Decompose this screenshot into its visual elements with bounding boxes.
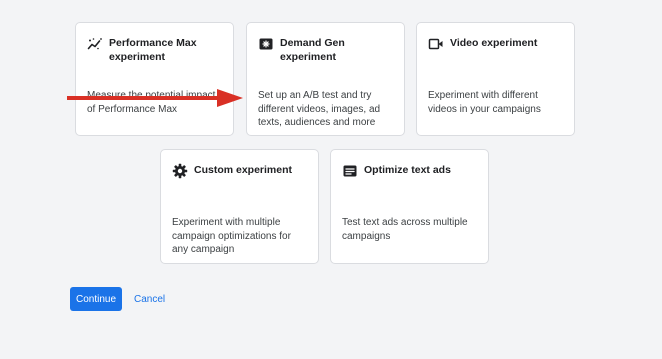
card-description: Set up an A/B test and try different vid… bbox=[258, 90, 381, 128]
demand-gen-icon bbox=[258, 36, 274, 52]
red-arrow-annotation bbox=[67, 89, 243, 107]
card-description: Experiment with different videos in your… bbox=[428, 90, 541, 115]
card-performance-max-experiment[interactable]: Performance Max experiment Measure the p… bbox=[75, 22, 234, 136]
card-description: Test text ads across multiple campaigns bbox=[342, 217, 468, 242]
card-header: Custom experiment bbox=[172, 163, 308, 179]
card-header: Video experiment bbox=[428, 36, 564, 52]
card-title: Custom experiment bbox=[194, 164, 293, 176]
card-header: Performance Max experiment bbox=[87, 36, 223, 64]
card-video-experiment[interactable]: Video experiment Experiment with differe… bbox=[416, 22, 575, 136]
card-title: Demand Gen experiment bbox=[280, 37, 345, 63]
card-title: Optimize text ads bbox=[364, 164, 451, 176]
card-header: Optimize text ads bbox=[342, 163, 478, 179]
performance-max-icon bbox=[87, 36, 103, 52]
card-title: Video experiment bbox=[450, 37, 538, 49]
continue-button[interactable]: Continue bbox=[70, 287, 122, 311]
card-description: Experiment with multiple campaign optimi… bbox=[172, 217, 291, 255]
cancel-button[interactable]: Cancel bbox=[128, 287, 171, 311]
text-ads-icon bbox=[342, 163, 358, 179]
card-title: Performance Max experiment bbox=[109, 37, 197, 63]
gear-icon bbox=[172, 163, 188, 179]
card-header: Demand Gen experiment bbox=[258, 36, 394, 64]
card-demand-gen-experiment[interactable]: Demand Gen experiment Set up an A/B test… bbox=[246, 22, 405, 136]
card-optimize-text-ads[interactable]: Optimize text ads Test text ads across m… bbox=[330, 149, 489, 264]
video-camera-icon bbox=[428, 36, 444, 52]
card-custom-experiment[interactable]: Custom experiment Experiment with multip… bbox=[160, 149, 319, 264]
